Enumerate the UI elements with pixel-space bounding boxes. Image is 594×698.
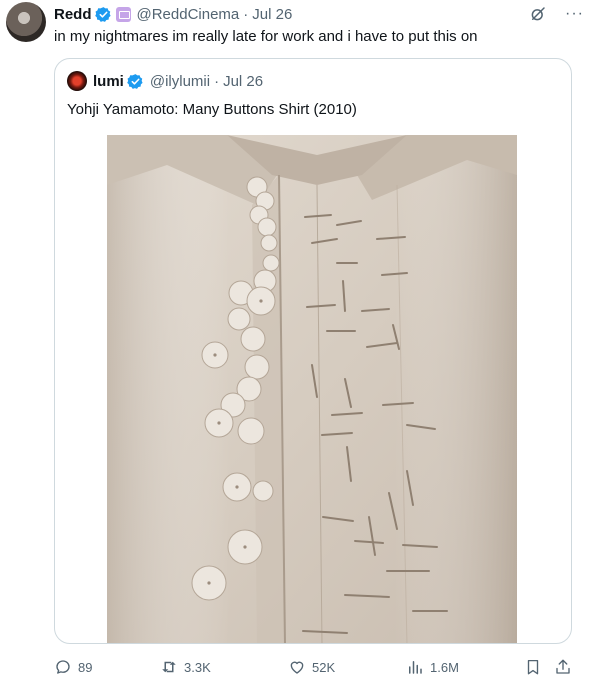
separator: · [214,72,220,90]
like-count: 52K [312,659,336,675]
reply-count: 89 [78,659,93,675]
quote-date[interactable]: Jul 26 [223,73,263,90]
like-button[interactable]: 52K [288,658,335,676]
quote-author-handle[interactable]: @ilylumii [150,73,210,90]
views-icon [409,661,422,674]
tweet-text: in my nightmares im really late for work… [54,28,478,45]
shirt-photo[interactable] [107,135,517,644]
repost-button[interactable]: 3.3K [160,658,211,676]
repost-count: 3.3K [184,659,211,675]
author-name[interactable]: Redd [54,6,92,23]
author-handle[interactable]: @ReddCinema [137,6,240,23]
quote-text: Yohji Yamamoto: Many Buttons Shirt (2010… [67,101,357,118]
repost-icon [162,661,176,673]
tweet-date[interactable]: Jul 26 [252,6,292,23]
verified-icon [94,6,111,22]
verified-icon [127,73,143,89]
views-count: 1.6M [430,659,459,675]
affiliate-badge-icon [115,6,131,22]
quoted-tweet[interactable]: lumi @ilylumii · Jul 26 Yohji Yamamoto: … [54,58,572,644]
bookmark-icon [527,659,539,675]
action-bar: 89 3.3K 52K 1.6M [54,656,580,678]
quote-header: lumi @ilylumii · Jul 26 [67,71,263,91]
reply-icon [56,660,70,674]
more-icon[interactable]: ··· [565,6,584,22]
tweet-header: Redd @ReddCinema · Jul 26 ··· [54,4,584,24]
avatar[interactable] [6,2,46,42]
quote-avatar[interactable] [67,71,87,91]
bookmark-button[interactable] [524,658,542,676]
quote-author-name[interactable]: lumi [93,73,124,90]
share-button[interactable] [554,658,572,676]
like-icon [290,661,304,674]
share-icon [556,659,570,674]
views-button[interactable]: 1.6M [406,658,459,676]
reply-button[interactable]: 89 [54,658,92,676]
separator: · [243,5,249,23]
grok-icon[interactable] [529,5,547,23]
